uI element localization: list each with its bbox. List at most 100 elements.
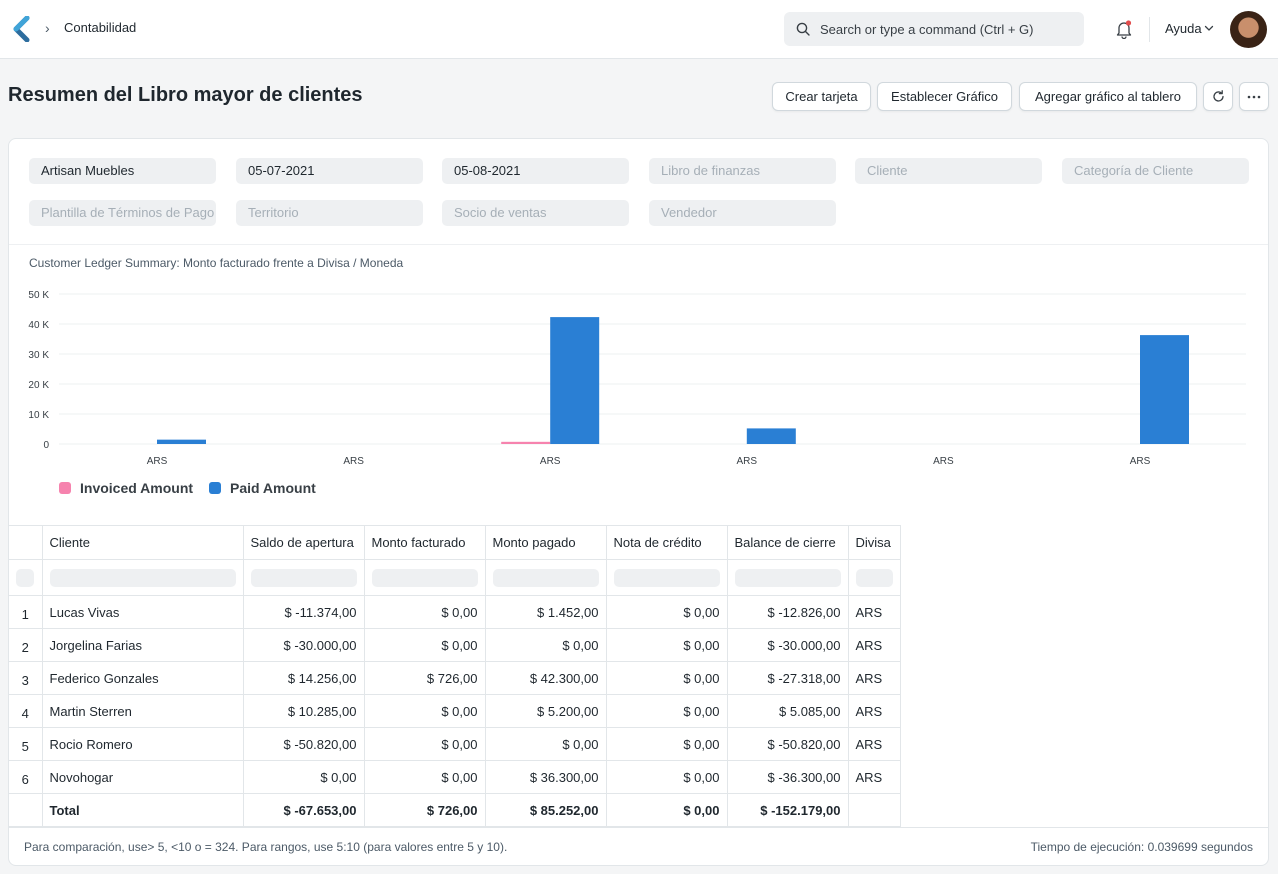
table-row[interactable]: 6 Novohogar $ 0,00 $ 0,00 $ 36.300,00 $ …	[9, 760, 901, 794]
column-filter-input[interactable]	[250, 568, 357, 587]
set-chart-button[interactable]: Establecer Gráfico	[877, 82, 1012, 111]
cell-opening-balance[interactable]: $ 10.285,00	[242, 694, 365, 728]
cell-opening-balance[interactable]: $ -11.374,00	[242, 595, 365, 629]
table-row[interactable]: 1 Lucas Vivas $ -11.374,00 $ 0,00 $ 1.45…	[9, 595, 901, 629]
column-header-opening-balance[interactable]: Saldo de apertura	[242, 525, 365, 560]
cell-customer[interactable]: Martin Sterren	[41, 694, 244, 728]
cell-closing-balance[interactable]: $ -27.318,00	[726, 661, 849, 695]
cell-invoiced-amount[interactable]: $ 0,00	[363, 694, 486, 728]
table-row[interactable]: 4 Martin Sterren $ 10.285,00 $ 0,00 $ 5.…	[9, 694, 901, 728]
cell-paid-amount[interactable]: $ 0,00	[484, 727, 607, 761]
filter-to-date[interactable]: 05-08-2021	[442, 158, 629, 184]
cell-customer[interactable]: Lucas Vivas	[41, 595, 244, 629]
cell-invoiced-amount[interactable]: $ 0,00	[363, 727, 486, 761]
column-filter-input[interactable]	[734, 568, 841, 587]
cell-invoiced-amount[interactable]: $ 0,00	[363, 595, 486, 629]
y-tick-label: 30 K	[28, 350, 49, 361]
filter-cell	[726, 559, 849, 596]
row-index: 5	[9, 727, 43, 761]
search-bar[interactable]	[784, 12, 1084, 46]
cell-closing-balance[interactable]: $ -12.826,00	[726, 595, 849, 629]
search-input[interactable]	[820, 20, 1075, 38]
column-header-closing-balance[interactable]: Balance de cierre	[726, 525, 849, 560]
cell-currency[interactable]: ARS	[847, 595, 901, 629]
app-logo-icon[interactable]	[12, 16, 30, 42]
x-tick-label: ARS	[540, 456, 561, 467]
table-row[interactable]: 3 Federico Gonzales $ 14.256,00 $ 726,00…	[9, 661, 901, 695]
column-header-credit-note[interactable]: Nota de crédito	[605, 525, 728, 560]
add-to-dashboard-button[interactable]: Agregar gráfico al tablero	[1019, 82, 1197, 111]
cell-closing-balance[interactable]: $ -50.820,00	[726, 727, 849, 761]
chevron-down-icon[interactable]	[1204, 24, 1214, 32]
cell-paid-amount[interactable]: $ 36.300,00	[484, 760, 607, 794]
x-tick-label: ARS	[737, 456, 758, 467]
cell-customer[interactable]: Novohogar	[41, 760, 244, 794]
filter-customer[interactable]: Cliente	[855, 158, 1042, 184]
column-filter-input[interactable]	[492, 568, 599, 587]
filter-sales-partner[interactable]: Socio de ventas	[442, 200, 629, 226]
column-header-customer[interactable]: Cliente	[41, 525, 244, 560]
user-avatar[interactable]	[1230, 11, 1267, 48]
table-row[interactable]: 5 Rocio Romero $ -50.820,00 $ 0,00 $ 0,0…	[9, 727, 901, 761]
cell-opening-balance[interactable]: $ 14.256,00	[242, 661, 365, 695]
cell-opening-balance[interactable]: $ -50.820,00	[242, 727, 365, 761]
filter-cell	[605, 559, 728, 596]
filter-sales-person[interactable]: Vendedor	[649, 200, 836, 226]
filter-from-date[interactable]: 05-07-2021	[236, 158, 423, 184]
filter-customer-group[interactable]: Categoría de Cliente	[1062, 158, 1249, 184]
filter-finance-book[interactable]: Libro de finanzas	[649, 158, 836, 184]
cell-currency[interactable]: ARS	[847, 661, 901, 695]
filter-payment-terms[interactable]: Plantilla de Términos de Pago	[29, 200, 216, 226]
refresh-button[interactable]	[1203, 82, 1233, 111]
table-row[interactable]: 2 Jorgelina Farias $ -30.000,00 $ 0,00 $…	[9, 628, 901, 662]
page-title: Resumen del Libro mayor de clientes	[8, 84, 363, 106]
more-options-button[interactable]	[1239, 82, 1269, 111]
cell-customer[interactable]: Jorgelina Farias	[41, 628, 244, 662]
notification-bell-icon[interactable]	[1115, 19, 1133, 39]
y-tick-label: 40 K	[28, 320, 49, 331]
cell-invoiced-amount[interactable]: $ 0,00	[363, 628, 486, 662]
cell-customer[interactable]: Rocio Romero	[41, 727, 244, 761]
cell-credit-note[interactable]: $ 0,00	[605, 595, 728, 629]
column-header-currency[interactable]: Divisa	[847, 525, 901, 560]
cell-customer[interactable]: Federico Gonzales	[41, 661, 244, 695]
column-filter-input[interactable]	[16, 568, 35, 587]
breadcrumb-accounting[interactable]: Contabilidad	[64, 20, 136, 35]
create-card-button[interactable]: Crear tarjeta	[772, 82, 871, 111]
cell-paid-amount[interactable]: $ 0,00	[484, 628, 607, 662]
cell-invoiced-amount[interactable]: $ 726,00	[363, 661, 486, 695]
cell-currency[interactable]: ARS	[847, 760, 901, 794]
cell-closing-balance[interactable]: $ 5.085,00	[726, 694, 849, 728]
cell-paid-amount[interactable]: $ 42.300,00	[484, 661, 607, 695]
cell-closing-balance[interactable]: $ -30.000,00	[726, 628, 849, 662]
cell-paid-amount[interactable]: $ 5.200,00	[484, 694, 607, 728]
legend-invoiced[interactable]: Invoiced Amount	[59, 480, 193, 496]
column-filter-input[interactable]	[371, 568, 478, 587]
cell-currency[interactable]: ARS	[847, 727, 901, 761]
x-tick-label: ARS	[1130, 456, 1151, 467]
execution-time: Tiempo de ejecución: 0.039699 segundos	[1030, 840, 1253, 854]
cell-opening-balance[interactable]: $ -30.000,00	[242, 628, 365, 662]
cell-currency[interactable]: ARS	[847, 694, 901, 728]
column-header-invoiced-amount[interactable]: Monto facturado	[363, 525, 486, 560]
column-filter-input[interactable]	[855, 568, 893, 587]
cell-credit-note[interactable]: $ 0,00	[605, 694, 728, 728]
cell-credit-note[interactable]: $ 0,00	[605, 628, 728, 662]
legend-paid[interactable]: Paid Amount	[209, 480, 316, 496]
column-filter-input[interactable]	[613, 568, 720, 587]
column-header-paid-amount[interactable]: Monto pagado	[484, 525, 607, 560]
cell-paid-amount[interactable]: $ 1.452,00	[484, 595, 607, 629]
filter-territory[interactable]: Territorio	[236, 200, 423, 226]
cell-opening-balance[interactable]: $ 0,00	[242, 760, 365, 794]
navbar-divider	[1149, 17, 1150, 42]
cell-credit-note[interactable]: $ 0,00	[605, 661, 728, 695]
more-dots-icon	[1247, 95, 1261, 98]
help-menu[interactable]: Ayuda	[1165, 21, 1202, 36]
cell-credit-note[interactable]: $ 0,00	[605, 727, 728, 761]
cell-invoiced-amount[interactable]: $ 0,00	[363, 760, 486, 794]
column-filter-input[interactable]	[49, 568, 236, 587]
filter-company[interactable]: Artisan Muebles	[29, 158, 216, 184]
cell-closing-balance[interactable]: $ -36.300,00	[726, 760, 849, 794]
cell-credit-note[interactable]: $ 0,00	[605, 760, 728, 794]
cell-currency[interactable]: ARS	[847, 628, 901, 662]
